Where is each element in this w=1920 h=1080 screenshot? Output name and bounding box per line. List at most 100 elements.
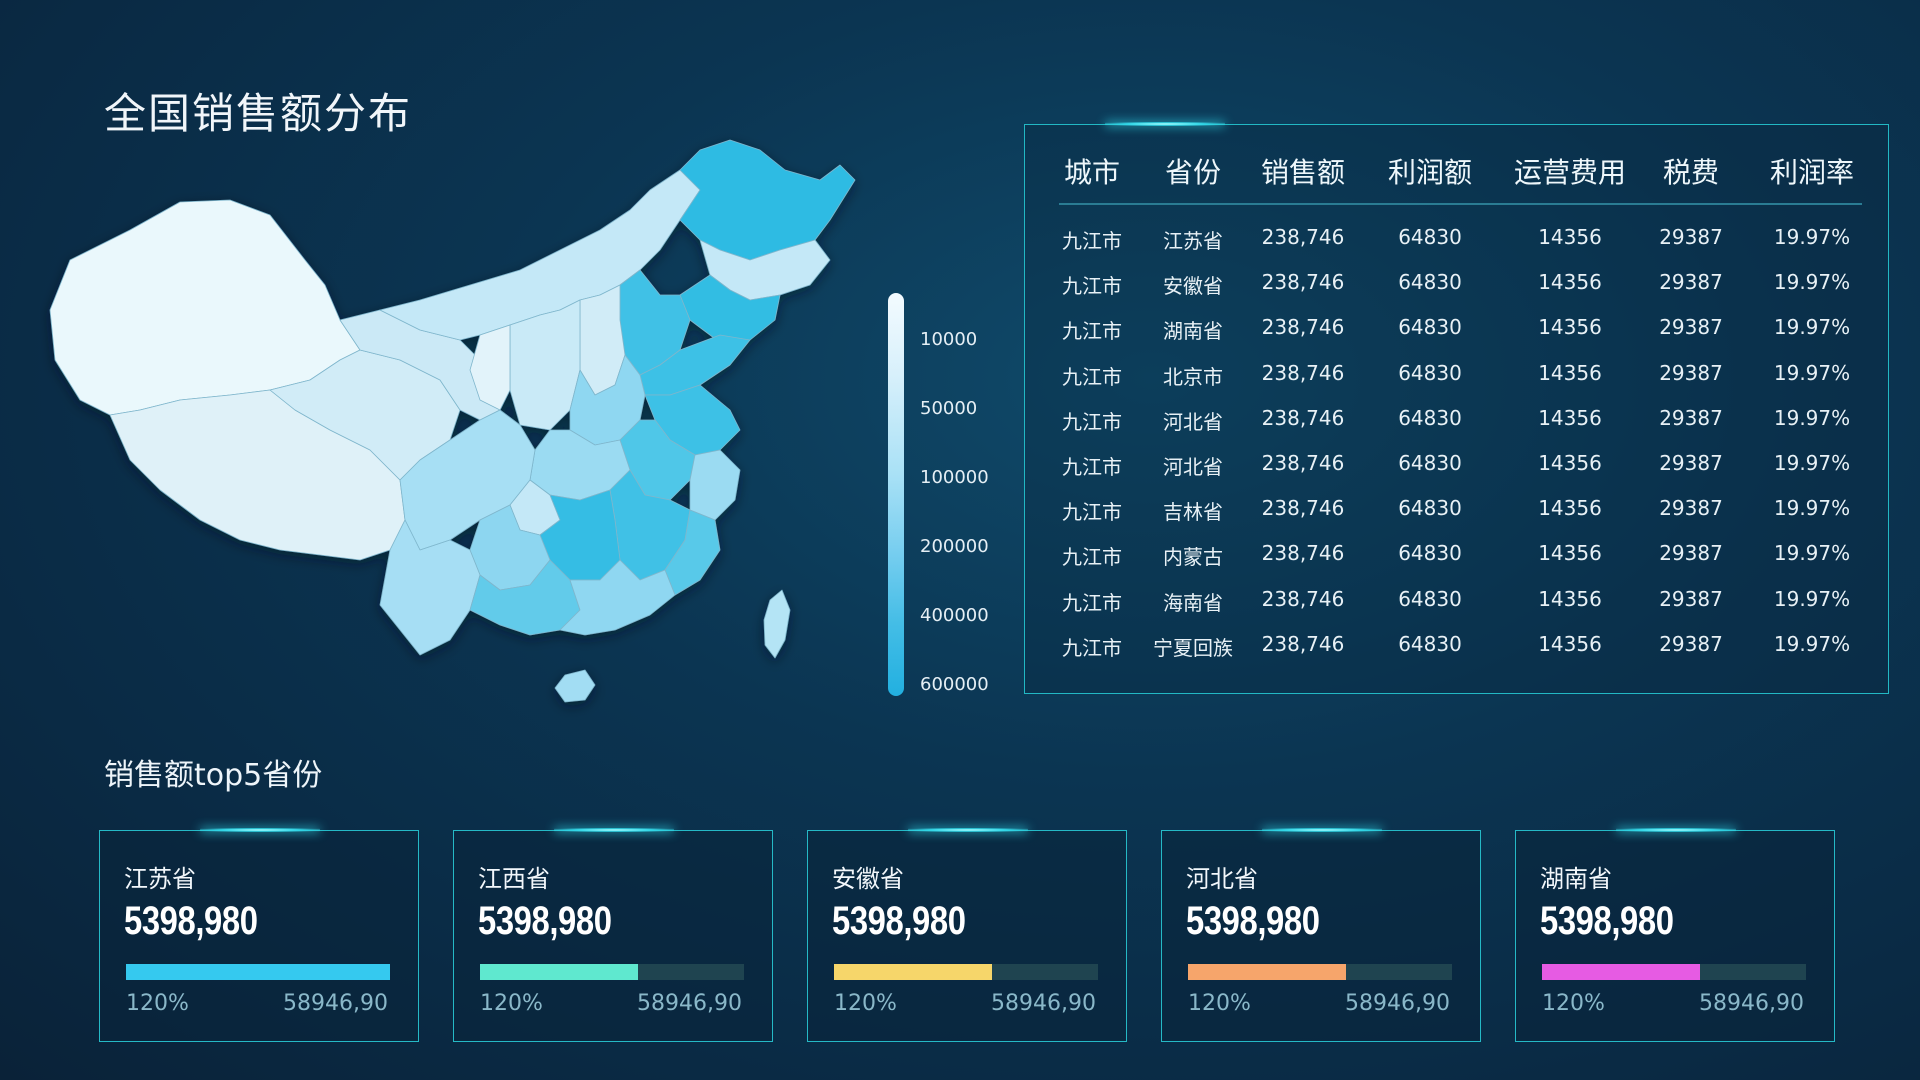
card-progress-track xyxy=(480,964,744,980)
cell-sales: 238,746 xyxy=(1261,631,1345,656)
table-row[interactable]: 九江市 海南省 238,746 64830 14356 29387 19.97% xyxy=(1025,587,1888,627)
legend-label: 100000 xyxy=(920,467,989,488)
cell-city: 九江市 xyxy=(1062,364,1122,389)
table-row[interactable]: 九江市 宁夏回族 238,746 64830 14356 29387 19.97% xyxy=(1025,632,1888,672)
cell-tax: 29387 xyxy=(1659,496,1723,521)
china-sales-map xyxy=(40,110,900,750)
card-sales-value: 5398,980 xyxy=(478,899,612,943)
cell-sales: 238,746 xyxy=(1261,451,1345,475)
cell-tax: 29387 xyxy=(1659,631,1723,656)
table-header: 城市 省份 销售额 利润额 运营费用 税费 利润率 xyxy=(1025,151,1888,211)
region-zhejiang[interactable] xyxy=(689,449,741,521)
sales-table-panel: 城市 省份 销售额 利润额 运营费用 税费 利润率 九江市 江苏省 238,746 6… xyxy=(1024,122,1889,694)
table-row[interactable]: 九江市 安徽省 238,746 64830 14356 29387 19.97% xyxy=(1025,270,1888,310)
cell-profit-rate: 19.97% xyxy=(1773,270,1851,295)
cell-city: 九江市 xyxy=(1062,319,1122,344)
cell-tax: 29387 xyxy=(1659,541,1723,566)
card-amount: 58946,90 xyxy=(991,991,1096,1016)
cell-profit: 64830 xyxy=(1398,451,1462,475)
cell-province: 吉林省 xyxy=(1163,500,1223,525)
table-row[interactable]: 九江市 河北省 238,746 64830 14356 29387 19.97% xyxy=(1025,451,1888,491)
table-row[interactable]: 九江市 河北省 238,746 64830 14356 29387 19.97% xyxy=(1025,406,1888,446)
province-card[interactable]: 湖南省 5398,980 120% 58946,90 xyxy=(1515,828,1835,1042)
cell-tax: 29387 xyxy=(1659,315,1723,340)
card-percent: 120% xyxy=(1542,991,1605,1016)
header-profit[interactable]: 利润额 xyxy=(1388,151,1472,191)
card-amount: 58946,90 xyxy=(637,991,742,1016)
header-divider xyxy=(1059,203,1862,205)
cell-profit: 64830 xyxy=(1398,315,1462,340)
cell-profit: 64830 xyxy=(1398,586,1462,611)
cell-sales: 238,746 xyxy=(1261,270,1345,295)
cell-sales: 238,746 xyxy=(1261,541,1345,566)
province-card[interactable]: 河北省 5398,980 120% 58946,90 xyxy=(1161,828,1481,1042)
card-sales-value: 5398,980 xyxy=(1186,899,1320,943)
cell-city: 九江市 xyxy=(1062,590,1122,615)
cell-profit: 64830 xyxy=(1398,541,1462,566)
card-progress-track xyxy=(1542,964,1806,980)
cell-profit: 64830 xyxy=(1398,496,1462,521)
cell-profit-rate: 19.97% xyxy=(1773,586,1851,611)
panel-glow-accent xyxy=(1105,122,1225,126)
card-progress-fill xyxy=(126,964,390,980)
header-tax[interactable]: 税费 xyxy=(1663,151,1719,191)
province-card[interactable]: 江苏省 5398,980 120% 58946,90 xyxy=(99,828,419,1042)
header-sales[interactable]: 销售额 xyxy=(1261,151,1345,191)
cell-province: 内蒙古 xyxy=(1163,545,1223,570)
cell-operating-cost: 14356 xyxy=(1538,541,1602,566)
card-province-name: 江苏省 xyxy=(124,865,196,893)
cell-province: 湖南省 xyxy=(1163,319,1223,344)
cell-province: 河北省 xyxy=(1163,455,1223,479)
cell-operating-cost: 14356 xyxy=(1538,315,1602,340)
table-row[interactable]: 九江市 吉林省 238,746 64830 14356 29387 19.97% xyxy=(1025,496,1888,536)
card-percent: 120% xyxy=(126,991,189,1016)
cell-profit-rate: 19.97% xyxy=(1773,451,1851,475)
card-percent: 120% xyxy=(480,991,543,1016)
cell-operating-cost: 14356 xyxy=(1538,586,1602,611)
card-amount: 58946,90 xyxy=(1345,991,1450,1016)
header-province[interactable]: 省份 xyxy=(1165,151,1221,191)
cell-city: 九江市 xyxy=(1062,274,1122,299)
table-row[interactable]: 九江市 江苏省 238,746 64830 14356 29387 19.97% xyxy=(1025,225,1888,265)
header-operating-cost[interactable]: 运营费用 xyxy=(1514,151,1626,191)
cell-operating-cost: 14356 xyxy=(1538,631,1602,656)
table-row[interactable]: 九江市 内蒙古 238,746 64830 14356 29387 19.97% xyxy=(1025,541,1888,581)
region-heilongjiang[interactable] xyxy=(679,139,856,261)
cell-tax: 29387 xyxy=(1659,360,1723,385)
header-city[interactable]: 城市 xyxy=(1064,151,1120,191)
cell-profit-rate: 19.97% xyxy=(1773,315,1851,340)
cell-tax: 29387 xyxy=(1659,405,1723,430)
cell-province: 海南省 xyxy=(1163,590,1223,615)
table-row[interactable]: 九江市 湖南省 238,746 64830 14356 29387 19.97% xyxy=(1025,315,1888,355)
card-province-name: 湖南省 xyxy=(1540,865,1612,893)
cell-sales: 238,746 xyxy=(1261,496,1345,521)
cell-profit: 64830 xyxy=(1398,405,1462,430)
cell-profit-rate: 19.97% xyxy=(1773,225,1851,249)
card-glow-accent xyxy=(554,828,674,832)
card-province-name: 安徽省 xyxy=(832,865,904,893)
cell-profit-rate: 19.97% xyxy=(1773,496,1851,521)
province-card[interactable]: 安徽省 5398,980 120% 58946,90 xyxy=(807,828,1127,1042)
card-glow-accent xyxy=(1262,828,1382,832)
card-glow-accent xyxy=(908,828,1028,832)
cell-city: 九江市 xyxy=(1062,545,1122,570)
card-province-name: 河北省 xyxy=(1186,865,1258,893)
region-hainan[interactable] xyxy=(554,669,596,703)
card-progress-fill xyxy=(1542,964,1701,980)
card-sales-value: 5398,980 xyxy=(1540,899,1674,943)
cell-operating-cost: 14356 xyxy=(1538,496,1602,521)
province-card[interactable]: 江西省 5398,980 120% 58946,90 xyxy=(453,828,773,1042)
card-percent: 120% xyxy=(1188,991,1251,1016)
cell-operating-cost: 14356 xyxy=(1538,405,1602,430)
region-taiwan[interactable] xyxy=(763,589,791,659)
cell-sales: 238,746 xyxy=(1261,405,1345,430)
card-amount: 58946,90 xyxy=(283,991,388,1016)
table-row[interactable]: 九江市 北京市 238,746 64830 14356 29387 19.97% xyxy=(1025,361,1888,401)
legend-label: 200000 xyxy=(920,536,989,557)
cell-operating-cost: 14356 xyxy=(1538,360,1602,385)
cell-operating-cost: 14356 xyxy=(1538,225,1602,249)
cell-city: 九江市 xyxy=(1062,635,1122,660)
cell-city: 九江市 xyxy=(1062,229,1122,253)
cell-province: 河北省 xyxy=(1163,409,1223,434)
header-profit-rate[interactable]: 利润率 xyxy=(1770,151,1854,191)
